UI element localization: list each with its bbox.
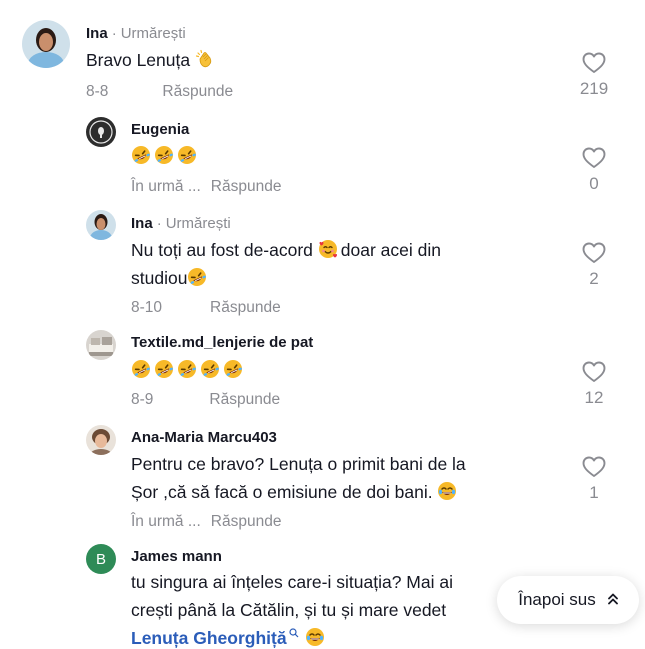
avatar[interactable] (86, 117, 116, 147)
comment-text (131, 356, 246, 384)
comment-meta: 8-8 Răspunde (86, 82, 233, 102)
like-count: 0 (589, 174, 599, 193)
search-icon (288, 628, 298, 638)
heart-outline-icon (582, 52, 606, 74)
smiling-hearts-emoji (318, 239, 338, 259)
heart-outline-icon (582, 456, 606, 478)
reply-button[interactable]: Răspunde (211, 513, 282, 530)
separator-dot: · (156, 215, 162, 232)
clap-emoji (195, 49, 215, 69)
rofl-emoji (131, 145, 151, 165)
author-line: Ana-Maria Marcu403 (131, 428, 277, 448)
rofl-emoji (200, 359, 220, 379)
comment-meta: În urmă ... Răspunde (131, 512, 281, 532)
reply-button[interactable]: Răspunde (162, 83, 233, 100)
comment-date: 8-10 (131, 299, 163, 316)
avatar[interactable] (86, 330, 116, 360)
author-name[interactable]: Eugenia (131, 121, 189, 138)
reply-button[interactable]: Răspunde (209, 391, 280, 408)
like-count: 12 (584, 388, 604, 407)
rofl-emoji (187, 267, 207, 287)
comment-text: Pentru ce bravo? Lenuța o primit bani de… (131, 450, 551, 506)
avatar[interactable]: B (86, 544, 116, 574)
double-chevron-up-icon (607, 593, 618, 607)
comment-meta: În urmă ... Răspunde (131, 177, 281, 197)
comment-text: Bravo Lenuța (86, 46, 218, 74)
author-line: Ina · Urmărești (131, 214, 231, 234)
comment-text-body: Nu toți au fost de-acord (131, 240, 313, 260)
comment-text-body: Pentru ce bravo? Lenuța o primit bani de… (131, 454, 466, 474)
rofl-emoji (131, 359, 151, 379)
reply-button[interactable]: Răspunde (211, 178, 282, 195)
comment-text-body: Bravo Lenuța (86, 50, 191, 70)
author-line: Ina · Urmărești (86, 24, 186, 44)
comment-text-body: tu singura ai înțeles care-i situația? M… (131, 572, 453, 592)
author-line: Eugenia (131, 120, 189, 140)
avatar[interactable] (86, 425, 116, 455)
like-count: 2 (589, 269, 599, 288)
author-name[interactable]: Ina (131, 215, 153, 232)
rofl-emoji (154, 359, 174, 379)
reply-button[interactable]: Răspunde (210, 299, 281, 316)
avatar-letter: B (95, 550, 106, 568)
author-name[interactable]: Textile.md_lenjerie de pat (131, 334, 313, 351)
like-button[interactable]: 2 (569, 242, 619, 290)
author-name[interactable]: Ina (86, 25, 108, 42)
comment-meta: 8-10 Răspunde (131, 298, 281, 318)
comment-date: 8-8 (86, 83, 109, 100)
like-button[interactable]: 12 (569, 361, 619, 409)
like-button[interactable]: 219 (569, 52, 619, 100)
heart-outline-icon (582, 242, 606, 264)
joy-emoji (437, 481, 457, 501)
comment-text-body: crești până la Cătălin, și tu și mare ve… (131, 600, 447, 620)
joy-emoji (305, 627, 325, 647)
rofl-emoji (177, 359, 197, 379)
comment-text (131, 142, 200, 170)
comment-text-body: doar acei din (340, 240, 441, 260)
comment-text: tu singura ai înțeles care-i situația? M… (131, 568, 511, 649)
heart-outline-icon (582, 361, 606, 383)
like-button[interactable]: 0 (569, 147, 619, 195)
comment-meta: 8-9 Răspunde (131, 390, 280, 410)
like-count: 219 (579, 79, 609, 98)
back-to-top-button[interactable]: Înapoi sus (497, 576, 639, 624)
rofl-emoji (154, 145, 174, 165)
comment-date: 8-9 (131, 391, 154, 408)
rofl-emoji (177, 145, 197, 165)
like-count: 1 (589, 483, 599, 502)
follow-status: Urmărești (165, 215, 231, 232)
rofl-emoji (223, 359, 243, 379)
comment-text-body: Șor ,că să facă o emisiune de doi bani. (131, 482, 433, 502)
comment-text: Nu toți au fost de-acord doar acei din s… (131, 236, 551, 292)
separator-dot: · (111, 25, 117, 42)
follow-status: Urmărești (120, 25, 186, 42)
heart-outline-icon (582, 147, 606, 169)
avatar[interactable] (22, 20, 70, 68)
author-line: Textile.md_lenjerie de pat (131, 333, 313, 353)
back-to-top-label: Înapoi sus (518, 590, 596, 609)
like-button[interactable]: 1 (569, 456, 619, 504)
comment-date: În urmă ... (131, 513, 201, 530)
comment-text-body: studiou (131, 268, 188, 288)
avatar[interactable] (86, 210, 116, 240)
author-name[interactable]: Ana-Maria Marcu403 (131, 429, 277, 446)
comment-date: În urmă ... (131, 178, 201, 195)
author-name[interactable]: James mann (131, 548, 222, 565)
mention-link[interactable]: Lenuța Gheorghiță (131, 628, 287, 648)
author-line: James mann (131, 547, 222, 567)
